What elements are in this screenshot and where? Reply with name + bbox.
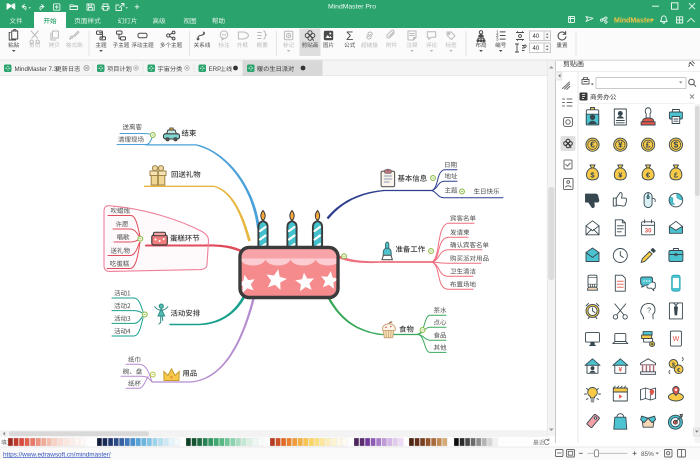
svg-text:MindMaster 7.3: MindMaster 7.3 [15,66,58,73]
svg-text:¥: ¥ [618,366,622,373]
svg-text:ERP: ERP [209,66,222,73]
svg-text:3: 3 [496,37,499,42]
svg-text:?: ? [647,307,651,314]
svg-text:30: 30 [645,228,652,234]
svg-text:85%: 85% [641,451,654,458]
svg-text:40: 40 [533,34,540,40]
svg-text:Σ: Σ [346,29,353,43]
svg-text:https://www.edrawsoft.cn/mindm: https://www.edrawsoft.cn/mindmaster/ [3,451,111,458]
svg-text:MindMaster: MindMaster [614,18,653,25]
svg-text:40: 40 [533,46,540,52]
svg-text:MindMaster Pro: MindMaster Pro [328,3,376,10]
svg-text:W: W [673,336,680,343]
svg-text:€: € [677,368,680,374]
svg-text:¥: ¥ [618,140,623,150]
svg-text:€: € [590,140,595,150]
svg-text:$: $ [674,140,679,150]
svg-text:£: £ [646,140,651,150]
